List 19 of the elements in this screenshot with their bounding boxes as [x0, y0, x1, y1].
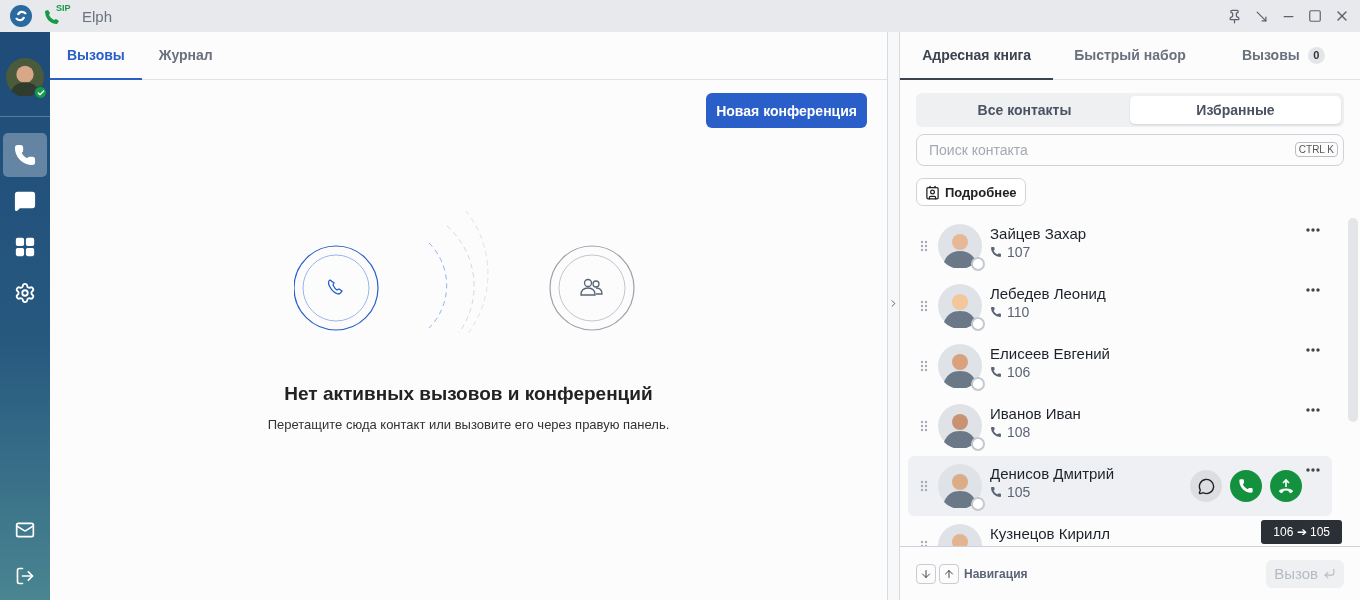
empty-hint: Перетащите сюда контакт или вызовите его через правую панель.	[266, 417, 671, 432]
contact-name: Елисеев Евгений	[990, 345, 1110, 362]
contact-number: 106	[1007, 364, 1031, 380]
contact-number: 108	[1007, 424, 1031, 440]
empty-title: Нет активных вызовов и конференций	[283, 383, 654, 405]
shortcut-hint: CTRL K	[1294, 142, 1338, 157]
count-badge: 0	[1307, 46, 1325, 64]
contact-name: Кузнецов Кирилл	[990, 525, 1110, 542]
navigation-hint: Навигация	[964, 566, 1028, 581]
contact-name: Зайцев Захар	[990, 225, 1087, 242]
tooltip: 106 ➔ 105	[1261, 520, 1342, 544]
contact-number: 110	[1007, 304, 1030, 320]
window-title: Elph	[82, 7, 113, 25]
contact-name: Денисов Дмитрий	[990, 465, 1115, 482]
contact-number: 105	[1007, 484, 1031, 500]
contact-number: 107	[1007, 244, 1031, 260]
contact-name: Лебедев Леонид	[990, 285, 1106, 302]
sip-label: SIP	[56, 3, 71, 13]
contact-name: Иванов Иван	[990, 405, 1081, 422]
